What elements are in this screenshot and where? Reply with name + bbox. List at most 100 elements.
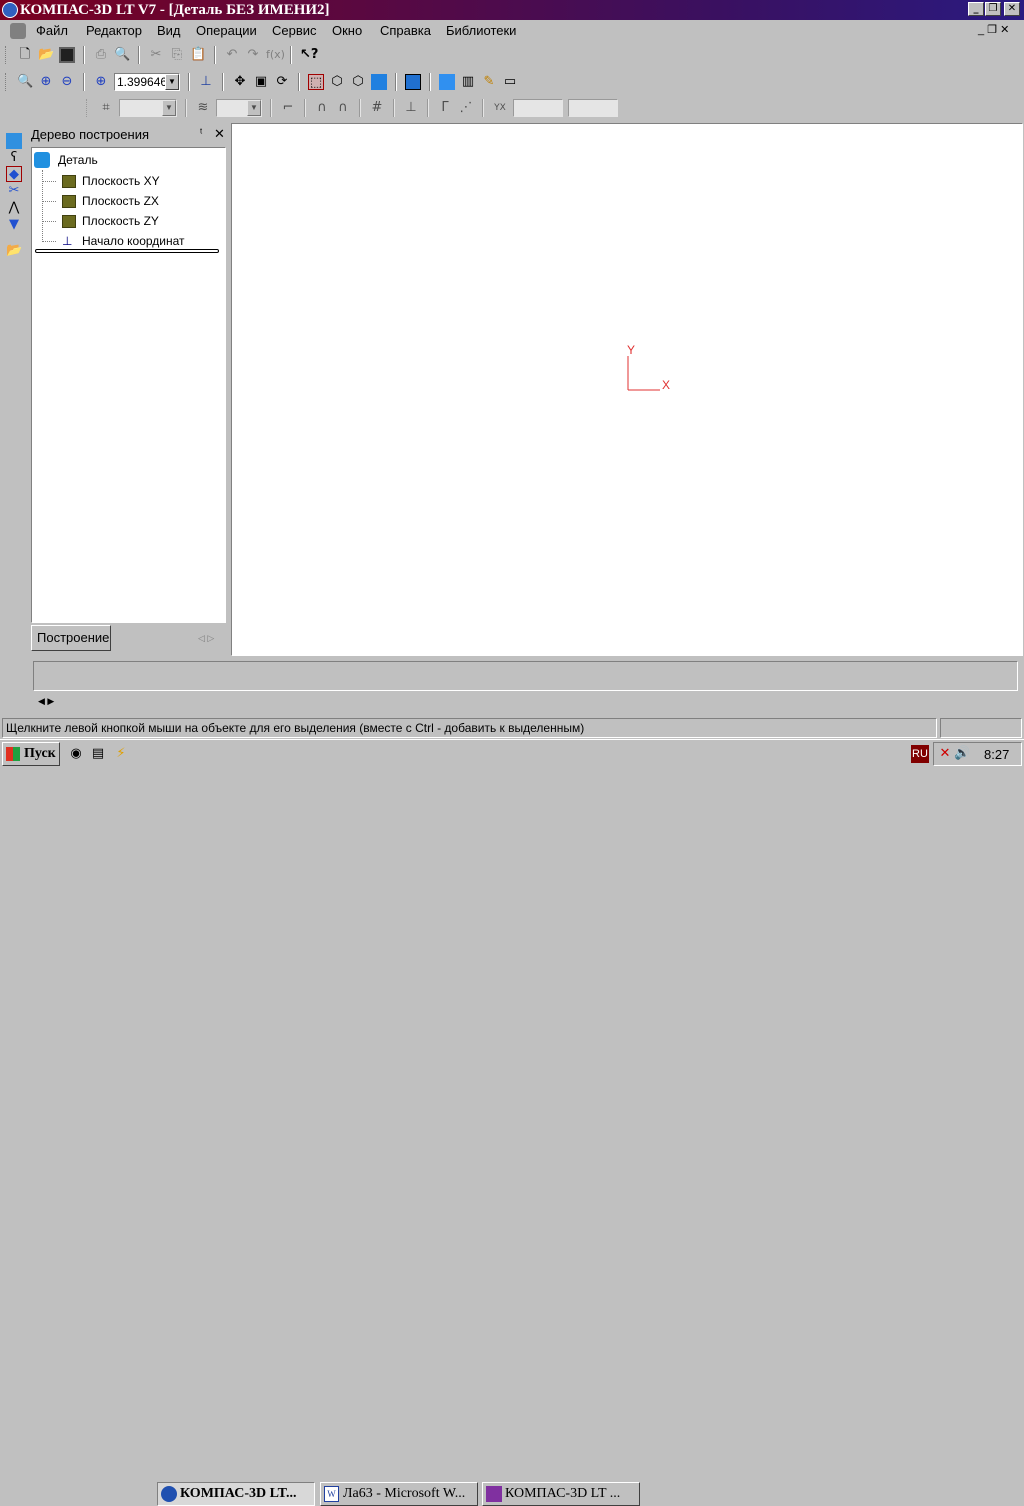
pin-icon[interactable]: ᵗ <box>200 127 202 139</box>
hidden-thin-icon[interactable]: ⬡ <box>350 74 366 90</box>
property-scroll-arrows[interactable]: ◀ ▶ <box>38 696 54 707</box>
windows-logo-icon <box>6 747 20 761</box>
quicklaunch-desktop-icon[interactable]: ▤ <box>90 746 106 762</box>
model-viewport[interactable]: Y X <box>231 123 1023 656</box>
part-icon <box>34 152 50 168</box>
orientation-icon[interactable]: ⊥ <box>198 74 214 90</box>
volume-icon[interactable]: 🔊 <box>954 746 970 762</box>
new-file-icon[interactable]: 🗋 <box>17 47 33 63</box>
zoom-out-icon[interactable]: ⊖ <box>59 74 75 90</box>
menu-file[interactable]: Файл <box>36 23 68 38</box>
status-panel <box>940 718 1022 738</box>
zoom-scale-icon[interactable]: ⊕ <box>93 74 109 90</box>
snap-icon: ∩ <box>317 100 327 115</box>
sketch-curve-icon[interactable]: ʕ <box>6 150 22 166</box>
menu-service[interactable]: Сервис <box>272 23 317 38</box>
measure-icon[interactable]: ⋀ <box>6 200 22 216</box>
hidden-lines-icon[interactable]: ⬡ <box>329 74 345 90</box>
pan-icon[interactable]: ✥ <box>232 74 248 90</box>
tab-scroll-arrows[interactable]: ◁ ▷ <box>198 633 214 644</box>
toolbar-grip[interactable] <box>5 46 8 64</box>
help-pointer-icon[interactable]: ↖? <box>300 47 318 63</box>
y-coord-field <box>568 99 618 117</box>
axis-y-label: Y <box>627 343 636 357</box>
plane-icon <box>62 214 76 228</box>
tree-item-origin[interactable]: ⊥ Начало координат <box>42 234 185 248</box>
menu-help[interactable]: Справка <box>380 23 431 38</box>
tab-build[interactable]: Построение <box>31 625 111 651</box>
wireframe-icon[interactable]: ⬚ <box>308 74 324 90</box>
rollback-bar[interactable] <box>35 249 219 253</box>
shaded-icon[interactable] <box>371 74 387 90</box>
mdi-minimize-button[interactable]: _ ❐ ✕ <box>978 23 1009 36</box>
word-icon: W <box>324 1486 339 1502</box>
rotate-icon[interactable]: ⟳ <box>274 74 290 90</box>
close-panel-icon[interactable]: ✕ <box>214 126 225 142</box>
tree-item-label: Плоскость ZX <box>82 194 159 208</box>
layer-combo: ▼ <box>216 99 262 117</box>
edit-details-icon[interactable] <box>6 133 22 149</box>
tree-icon[interactable]: ▥ <box>460 74 476 90</box>
menu-window[interactable]: Окно <box>332 23 362 38</box>
print-icon[interactable]: ⎙ <box>93 47 109 63</box>
ortho-icon: ⊥ <box>405 100 417 115</box>
open-icon[interactable]: 📂 <box>38 47 54 63</box>
layers-icon: ≋ <box>197 100 209 115</box>
local-cs-icon: ⌐ <box>282 100 294 115</box>
undo-icon[interactable]: ↶ <box>224 47 240 63</box>
plane-icon <box>62 194 76 208</box>
surfaces-icon[interactable]: ◆ <box>6 166 22 182</box>
system-tray: ✕ 🔊 8:27 <box>933 742 1022 766</box>
chevron-down-icon[interactable]: ▼ <box>165 74 179 90</box>
tree-item-plane-zx[interactable]: Плоскость ZX <box>42 194 159 208</box>
menu-operations[interactable]: Операции <box>196 23 257 38</box>
current-state-toolbar: ⌗ ▼ ≋ ▼ ⌐ ∩ ∩ # ⊥ Γ ⋰ YX <box>86 97 618 119</box>
fit-icon[interactable]: ▣ <box>253 74 269 90</box>
tree-item-plane-zy[interactable]: Плоскость ZY <box>42 214 159 228</box>
cut-icon[interactable]: ✂ <box>148 47 164 63</box>
tree-root[interactable]: Деталь <box>58 153 98 167</box>
menu-view[interactable]: Вид <box>157 23 181 38</box>
task-kompas-2[interactable]: КОМПАС-3D LT ... <box>482 1482 640 1506</box>
close-button[interactable]: ✕ <box>1004 2 1020 16</box>
save-icon[interactable] <box>59 47 75 63</box>
title-bar: КОМПАС-3D LT V7 - [Деталь БЕЗ ИМЕНИ2] _ … <box>0 0 1024 20</box>
preview-icon[interactable]: 🔍 <box>114 47 130 63</box>
zoom-scale-combo[interactable]: 1.399646 ▼ <box>114 73 180 91</box>
function-icon[interactable]: f(x) <box>266 47 285 63</box>
language-indicator[interactable]: RU <box>911 745 929 763</box>
shaded-edges-icon[interactable] <box>405 74 421 90</box>
quicklaunch-icon[interactable]: ⚡ <box>113 746 129 762</box>
library-icon[interactable]: 📂 <box>6 243 22 259</box>
paste-icon[interactable]: 📋 <box>190 47 206 63</box>
sketch-icon[interactable]: ✎ <box>481 74 497 90</box>
grid-icon: # <box>371 100 383 115</box>
perspective-icon[interactable] <box>439 74 455 90</box>
network-icon[interactable]: ✕ <box>937 746 953 762</box>
task-word[interactable]: W Ла63 - Microsoft W... <box>320 1482 478 1506</box>
task-label: Ла63 - Microsoft W... <box>343 1486 466 1501</box>
origin-icon: ⊥ <box>62 234 73 248</box>
zoom-in-icon[interactable]: ⊕ <box>38 74 54 90</box>
snap2-icon: ∩ <box>338 100 348 115</box>
window-title: КОМПАС-3D LT V7 - [Деталь БЕЗ ИМЕНИ2] <box>20 2 330 18</box>
tree-item-plane-xy[interactable]: Плоскость XY <box>42 174 160 188</box>
menu-editor[interactable]: Редактор <box>86 23 142 38</box>
copy-icon[interactable]: ⎘ <box>169 47 185 63</box>
redo-icon[interactable]: ↷ <box>245 47 261 63</box>
document-icon[interactable] <box>10 23 26 39</box>
aux-geometry-icon[interactable]: ✂ <box>6 183 22 199</box>
start-button[interactable]: Пуск <box>2 742 60 766</box>
zoom-icon[interactable]: 🔍 <box>17 74 33 90</box>
start-label: Пуск <box>24 746 56 761</box>
menu-libraries[interactable]: Библиотеки <box>446 23 516 38</box>
app-logo-icon <box>2 2 18 18</box>
restore-button[interactable]: ❐ <box>985 2 1001 16</box>
panel-icon[interactable]: ▭ <box>502 74 518 90</box>
tree-item-label: Плоскость XY <box>82 174 160 188</box>
task-kompas-active[interactable]: КОМПАС-3D LT... <box>157 1482 315 1506</box>
filter-icon[interactable]: ▼ <box>6 217 22 233</box>
standard-toolbar: 🗋 📂 ⎙ 🔍 ✂ ⎘ 📋 ↶ ↷ f(x) ↖? <box>5 44 318 66</box>
quicklaunch-ie-icon[interactable]: ◉ <box>68 746 84 762</box>
minimize-button[interactable]: _ <box>968 2 984 16</box>
